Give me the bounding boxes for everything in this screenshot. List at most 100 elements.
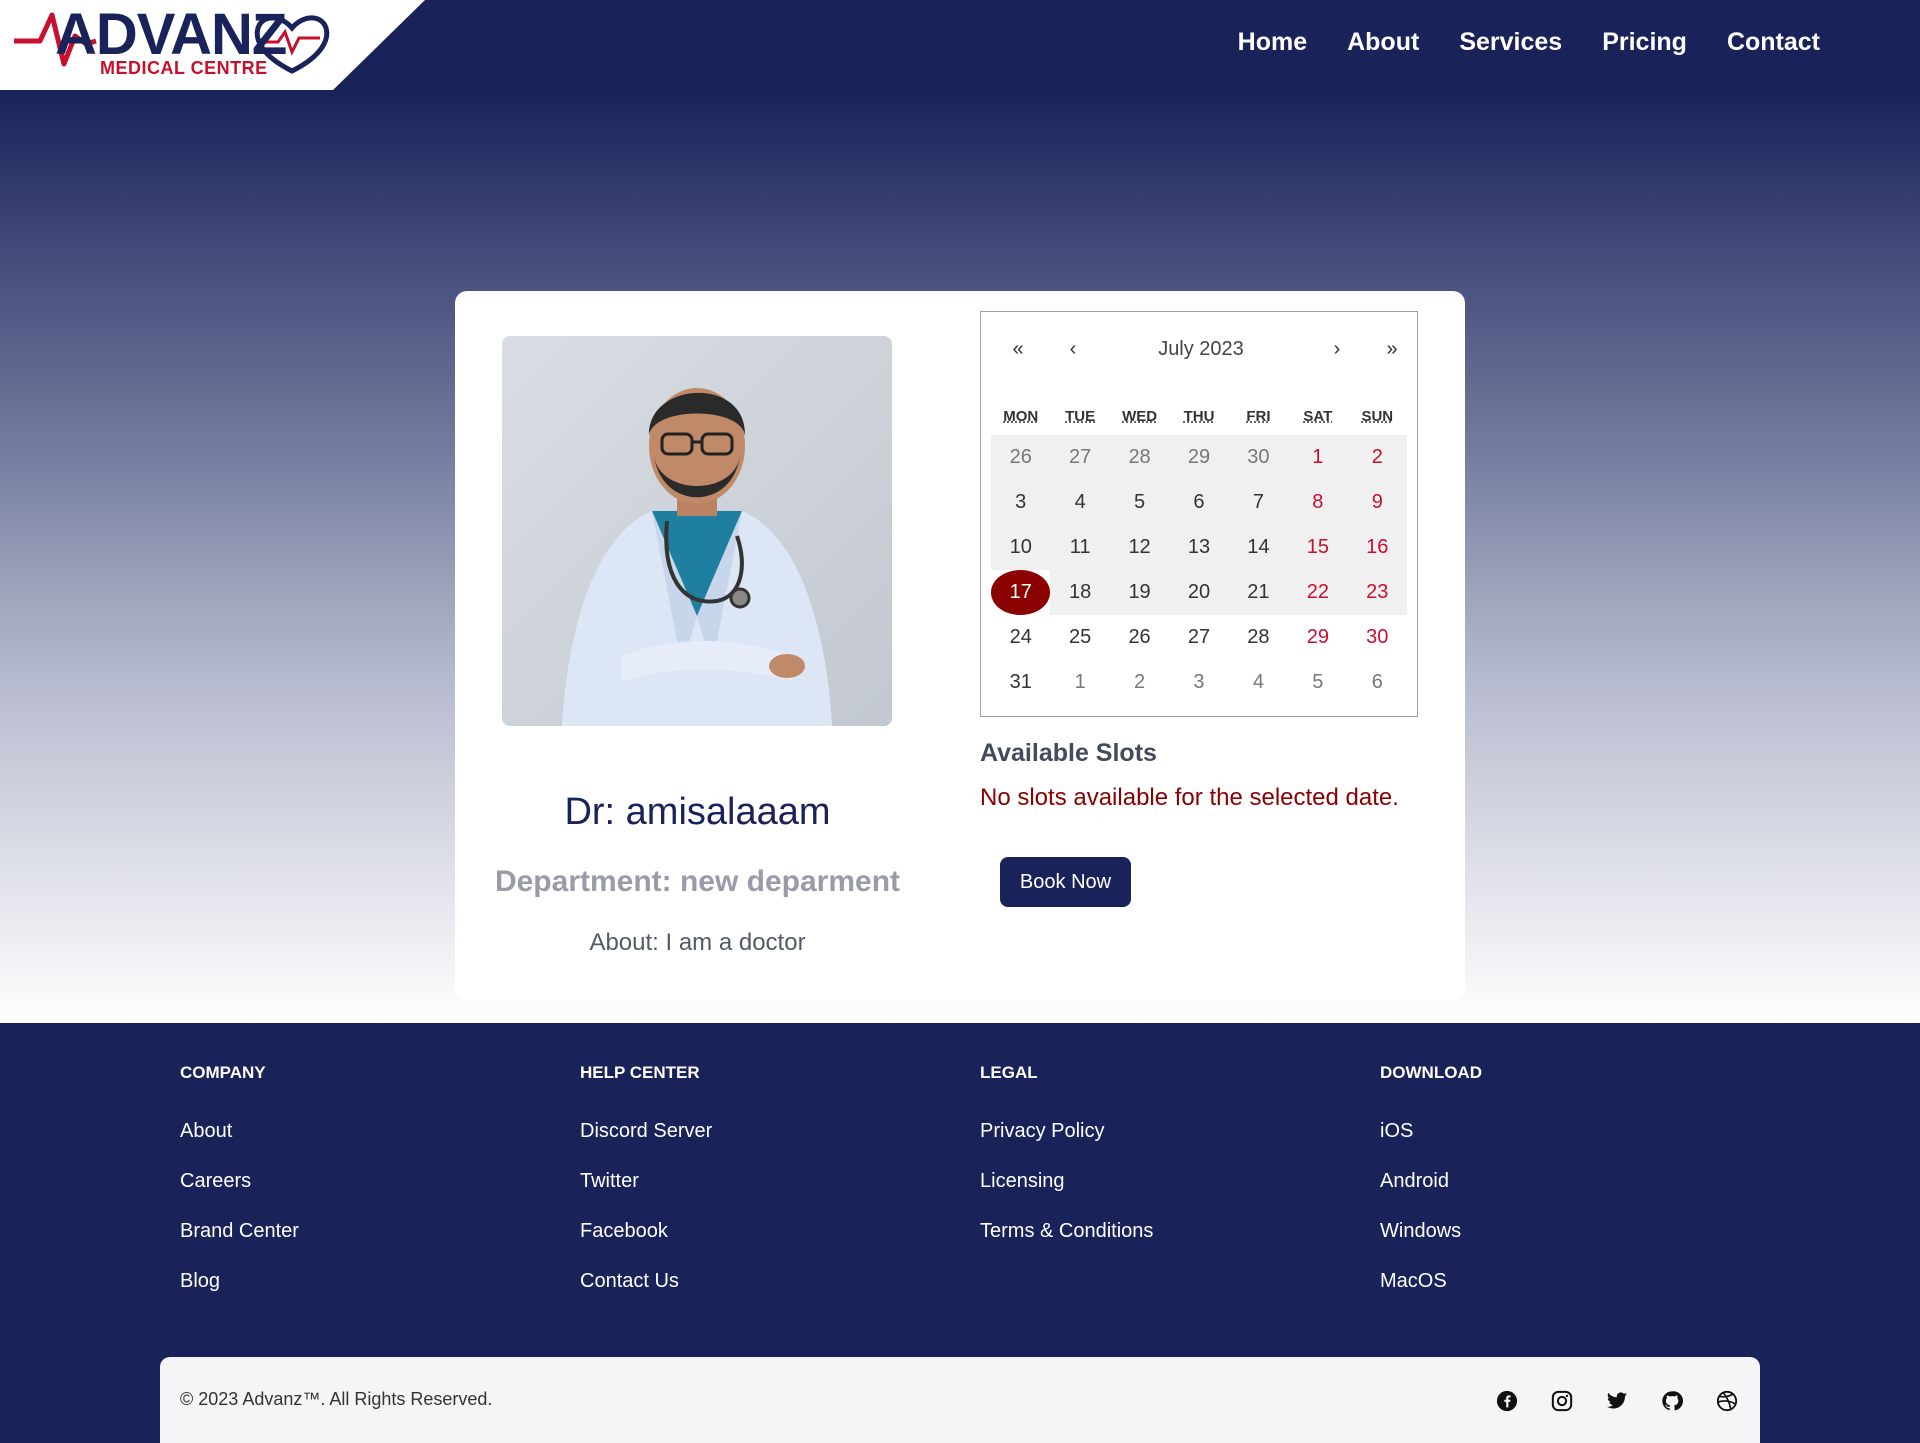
calendar-navigation: « ‹ July 2023 › »	[981, 312, 1419, 388]
dribbble-icon[interactable]	[1713, 1387, 1740, 1414]
calendar-day[interactable]: 1	[1288, 435, 1348, 480]
book-now-button[interactable]: Book Now	[1000, 857, 1131, 907]
calendar-day[interactable]: 10	[991, 525, 1051, 570]
nav-contact[interactable]: Contact	[1727, 28, 1820, 57]
calendar-day[interactable]: 31	[991, 660, 1050, 705]
footer-bottom-bar: © 2023 Advanz™. All Rights Reserved.	[160, 1357, 1760, 1443]
calendar-day[interactable]: 28	[1109, 435, 1170, 480]
prev-month-button[interactable]: ‹	[1058, 338, 1088, 361]
calendar-day[interactable]: 24	[991, 615, 1050, 660]
calendar-day[interactable]: 29	[1288, 615, 1347, 660]
footer-link-macos[interactable]: MacOS	[1380, 1270, 1482, 1294]
calendar-day[interactable]: 7	[1228, 480, 1289, 525]
footer-column-title: LEGAL	[980, 1063, 1038, 1082]
footer-column-title: DOWNLOAD	[1380, 1063, 1482, 1082]
calendar-day[interactable]: 18	[1050, 570, 1110, 615]
footer-link-ios[interactable]: iOS	[1380, 1120, 1482, 1144]
nav-about[interactable]: About	[1347, 28, 1419, 57]
calendar-day[interactable]: 2	[1347, 435, 1407, 480]
footer-link-brand-center[interactable]: Brand Center	[180, 1220, 299, 1244]
footer-link-twitter[interactable]: Twitter	[580, 1170, 712, 1194]
calendar-day[interactable]: 22	[1288, 570, 1348, 615]
calendar-day[interactable]: 6	[1348, 660, 1407, 705]
calendar-day[interactable]: 5	[1288, 660, 1347, 705]
calendar-day[interactable]: 6	[1169, 480, 1229, 525]
calendar-day[interactable]: 26	[1110, 615, 1169, 660]
doctor-about: About: I am a doctor	[589, 929, 806, 956]
calendar-day[interactable]: 30	[1348, 615, 1407, 660]
doctor-card: Dr: amisalaaam Department: new deparment…	[455, 291, 1465, 1001]
footer-link-contact-us[interactable]: Contact Us	[580, 1270, 712, 1294]
appointment-calendar: « ‹ July 2023 › » MON TUE WED THU FRI SA…	[980, 311, 1418, 717]
calendar-day[interactable]: 2	[1110, 660, 1169, 705]
doctor-name: Dr: amisalaaam	[564, 791, 831, 833]
footer-link-terms[interactable]: Terms & Conditions	[980, 1220, 1153, 1244]
logo[interactable]: ADVANZ MEDICAL CENTRE	[0, 0, 425, 90]
calendar-day[interactable]: 28	[1229, 615, 1288, 660]
calendar-day[interactable]: 29	[1169, 435, 1229, 480]
weekday-fri: FRI	[1246, 408, 1271, 425]
doctor-department: Department: new deparment	[494, 865, 901, 898]
calendar-day[interactable]: 4	[1050, 480, 1110, 525]
footer-link-blog[interactable]: Blog	[180, 1270, 299, 1294]
footer-link-privacy-policy[interactable]: Privacy Policy	[980, 1120, 1153, 1144]
instagram-icon[interactable]	[1548, 1387, 1575, 1414]
calendar-day[interactable]: 8	[1288, 480, 1348, 525]
weekday-mon: MON	[1003, 408, 1039, 425]
copyright-text: © 2023 Advanz™. All Rights Reserved.	[180, 1389, 493, 1409]
footer-column-title: HELP CENTER	[580, 1063, 700, 1082]
available-slots-title: Available Slots	[980, 739, 1157, 767]
calendar-day[interactable]: 15	[1288, 525, 1348, 570]
footer-link-licensing[interactable]: Licensing	[980, 1170, 1153, 1194]
calendar-day[interactable]: 11	[1050, 525, 1110, 570]
nav-services[interactable]: Services	[1459, 28, 1562, 57]
calendar-day[interactable]: 3	[1169, 660, 1228, 705]
calendar-day[interactable]: 1	[1050, 660, 1109, 705]
calendar-month-label[interactable]: July 2023	[1111, 338, 1291, 361]
calendar-day[interactable]: 9	[1347, 480, 1407, 525]
calendar-day-selected[interactable]: 17	[991, 570, 1051, 615]
calendar-day[interactable]: 12	[1109, 525, 1170, 570]
calendar-day[interactable]: 5	[1109, 480, 1170, 525]
footer-column-legal: LEGAL Privacy Policy Licensing Terms & C…	[980, 1063, 1153, 1270]
brand-subtitle: MEDICAL CENTRE	[100, 58, 268, 78]
calendar-day[interactable]: 14	[1228, 525, 1289, 570]
calendar-day[interactable]: 23	[1347, 570, 1407, 615]
footer-link-careers[interactable]: Careers	[180, 1170, 299, 1194]
calendar-day[interactable]: 25	[1050, 615, 1109, 660]
no-slots-message: No slots available for the selected date…	[980, 784, 1399, 811]
calendar-day[interactable]: 13	[1169, 525, 1229, 570]
footer-link-android[interactable]: Android	[1380, 1170, 1482, 1194]
footer-column-company: COMPANY About Careers Brand Center Blog	[180, 1063, 299, 1320]
calendar-day[interactable]: 27	[1169, 615, 1228, 660]
prev-year-button[interactable]: «	[1003, 338, 1033, 361]
next-year-button[interactable]: »	[1377, 338, 1407, 361]
weekday-thu: THU	[1183, 408, 1215, 425]
footer-link-discord[interactable]: Discord Server	[580, 1120, 712, 1144]
github-icon[interactable]	[1658, 1387, 1685, 1414]
calendar-day[interactable]: 16	[1347, 525, 1407, 570]
facebook-icon[interactable]	[1493, 1387, 1520, 1414]
calendar-day[interactable]: 30	[1228, 435, 1289, 480]
calendar-day[interactable]: 26	[991, 435, 1051, 480]
footer-link-facebook[interactable]: Facebook	[580, 1220, 712, 1244]
calendar-day[interactable]: 3	[991, 480, 1051, 525]
nav-home[interactable]: Home	[1238, 28, 1307, 57]
footer-column-download: DOWNLOAD iOS Android Windows MacOS	[1380, 1063, 1482, 1320]
calendar-day[interactable]: 21	[1228, 570, 1289, 615]
calendar-day[interactable]: 27	[1050, 435, 1110, 480]
calendar-day[interactable]: 4	[1229, 660, 1288, 705]
footer-link-windows[interactable]: Windows	[1380, 1220, 1482, 1244]
site-header: ADVANZ MEDICAL CENTRE Home About Service…	[0, 0, 1920, 90]
main-nav: Home About Services Pricing Contact	[1238, 28, 1820, 57]
calendar-day[interactable]: 20	[1169, 570, 1229, 615]
footer-column-title: COMPANY	[180, 1063, 266, 1082]
weekday-tue: TUE	[1065, 408, 1096, 425]
twitter-icon[interactable]	[1603, 1387, 1630, 1414]
site-footer: COMPANY About Careers Brand Center Blog …	[0, 1023, 1920, 1443]
nav-pricing[interactable]: Pricing	[1602, 28, 1687, 57]
calendar-day[interactable]: 19	[1109, 570, 1170, 615]
hero-section: Dr: amisalaaam Department: new deparment…	[0, 90, 1920, 1023]
next-month-button[interactable]: ›	[1322, 338, 1352, 361]
footer-link-about[interactable]: About	[180, 1120, 299, 1144]
